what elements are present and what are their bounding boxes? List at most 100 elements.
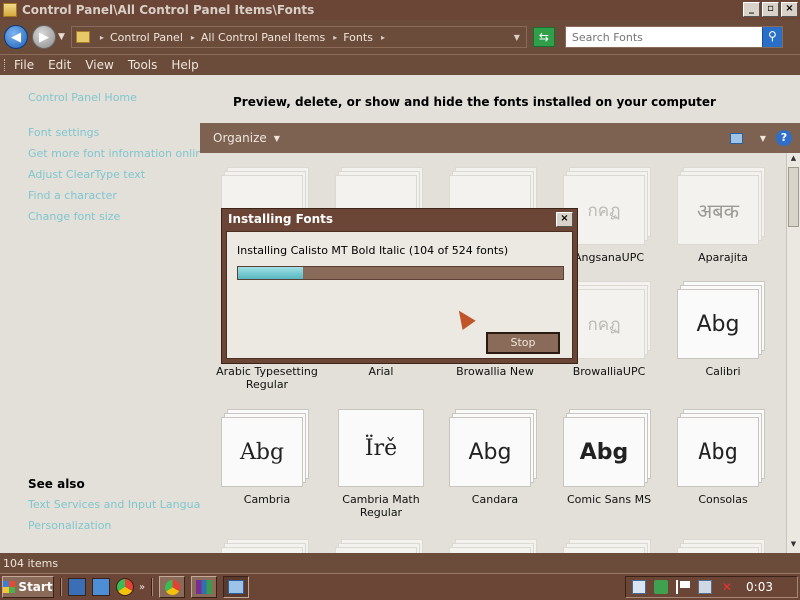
breadcrumb-arrow-icon[interactable]: ▸ [100, 33, 104, 42]
font-document-icon [563, 539, 655, 553]
search-input[interactable] [565, 30, 762, 44]
font-tile-cambria[interactable]: Abg Cambria [210, 409, 324, 506]
font-tile-candara[interactable]: Abg Candara [438, 409, 552, 506]
text-services-link[interactable]: Text Services and Input Language [28, 498, 214, 511]
taskbar-control-panel-button[interactable] [223, 576, 250, 598]
scroll-thumb[interactable] [788, 167, 799, 227]
control-panel-icon [228, 580, 245, 594]
font-size-link[interactable]: Change font size [28, 210, 120, 223]
view-dropdown-icon[interactable]: ▼ [760, 134, 766, 143]
clock[interactable]: 0:03 [746, 580, 773, 594]
font-document-icon: Abg [563, 409, 655, 489]
explorer-icon[interactable] [92, 578, 110, 596]
font-name: Aparajita [698, 251, 748, 264]
font-name: Candara [471, 493, 519, 506]
font-info-link[interactable]: Get more font information online [28, 147, 209, 160]
font-name: Arial [368, 365, 394, 378]
install-progress-bar [237, 266, 564, 280]
start-button[interactable]: Start [2, 576, 54, 598]
chrome-icon [164, 579, 180, 595]
font-name: Consolas [698, 493, 748, 506]
font-tile[interactable] [438, 539, 552, 553]
menu-view[interactable]: View [85, 58, 113, 72]
font-document-icon: अबक [677, 167, 769, 247]
item-count: 104 items [3, 556, 59, 570]
font-document-icon: Abg [449, 409, 541, 489]
organize-dropdown-icon[interactable]: ▼ [274, 134, 280, 143]
font-document-icon: Abg [677, 409, 769, 489]
taskbar-winrar-button[interactable] [191, 576, 218, 598]
breadcrumb-all-items[interactable]: All Control Panel Items [201, 31, 325, 44]
font-tile-aparajita[interactable]: अबक Aparajita [666, 167, 780, 264]
stop-button[interactable]: Stop [486, 332, 560, 354]
recent-pages-dropdown[interactable]: ▼ [58, 32, 65, 42]
font-tile[interactable] [552, 539, 666, 553]
title-bar: Control Panel\All Control Panel Items\Fo… [0, 0, 800, 20]
font-tile-comic-sans[interactable]: Abg Comic Sans MS [552, 409, 666, 506]
menu-file[interactable]: File [14, 58, 34, 72]
document-icon[interactable] [632, 580, 647, 594]
dialog-title: Installing Fonts [228, 212, 334, 226]
breadcrumb-arrow-icon[interactable]: ▸ [333, 33, 337, 42]
taskbar-chrome-button[interactable] [159, 576, 186, 598]
chrome-icon[interactable] [116, 578, 134, 596]
status-bar: 104 items [0, 553, 800, 573]
quicklaunch-chevron-icon[interactable]: » [139, 582, 145, 593]
breadcrumb-arrow-icon[interactable]: ▸ [191, 33, 195, 42]
minimize-button[interactable]: _ [743, 2, 760, 17]
help-icon[interactable]: ? [776, 130, 792, 146]
forward-button[interactable]: ▶ [32, 25, 56, 49]
font-name: Browallia New [456, 365, 534, 378]
windows-logo-icon [3, 581, 16, 593]
font-tile[interactable] [210, 539, 324, 553]
font-tile[interactable] [324, 539, 438, 553]
show-desktop-icon[interactable] [68, 578, 86, 596]
task-pane: Control Panel Home Font settings Get mor… [0, 75, 214, 553]
cleartype-link[interactable]: Adjust ClearType text [28, 168, 145, 181]
action-center-flag-icon[interactable] [676, 580, 691, 594]
font-tile-cambria-math[interactable]: Ïrě Cambria Math Regular [324, 409, 438, 519]
view-controls: ▼ ? [729, 130, 792, 146]
font-name: BrowalliaUPC [572, 365, 646, 378]
menu-tools[interactable]: Tools [128, 58, 158, 72]
font-document-icon [221, 539, 313, 553]
font-settings-link[interactable]: Font settings [28, 126, 99, 139]
search-icon[interactable]: ⚲ [761, 27, 782, 47]
find-character-link[interactable]: Find a character [28, 189, 117, 202]
taskbar-separator [60, 578, 62, 596]
organize-button[interactable]: Organize [213, 131, 267, 145]
start-label: Start [18, 580, 53, 594]
menu-edit[interactable]: Edit [48, 58, 71, 72]
menu-help[interactable]: Help [171, 58, 198, 72]
maximize-button[interactable]: ▫ [762, 2, 779, 17]
refresh-button[interactable]: ⇆ [532, 27, 555, 47]
breadcrumb-control-panel[interactable]: Control Panel [110, 31, 183, 44]
scroll-up-icon[interactable]: ▲ [788, 154, 799, 166]
personalization-link[interactable]: Personalization [28, 519, 111, 532]
font-tile[interactable] [666, 539, 780, 553]
arrow-right-icon: ▶ [39, 29, 49, 45]
close-button[interactable]: × [781, 2, 798, 17]
font-document-icon [449, 539, 541, 553]
back-button[interactable]: ◀ [4, 25, 28, 49]
control-panel-home-link[interactable]: Control Panel Home [28, 91, 137, 104]
font-document-icon: Abg [221, 409, 313, 489]
breadcrumb[interactable]: ▸ Control Panel ▸ All Control Panel Item… [70, 26, 527, 48]
address-dropdown-icon[interactable]: ▼ [514, 33, 520, 42]
font-document-icon: Abg [677, 281, 769, 361]
dialog-close-button[interactable]: × [556, 212, 573, 227]
menu-grip [4, 58, 6, 71]
folder-icon [3, 3, 17, 17]
breadcrumb-arrow-icon[interactable]: ▸ [381, 33, 385, 42]
security-check-icon[interactable] [654, 580, 669, 594]
vertical-scrollbar[interactable]: ▲ ▼ [786, 153, 800, 553]
network-icon[interactable] [698, 580, 713, 594]
scroll-down-icon[interactable]: ▼ [788, 540, 799, 552]
breadcrumb-fonts[interactable]: Fonts [343, 31, 373, 44]
font-tile-consolas[interactable]: Abg Consolas [666, 409, 780, 506]
search-box[interactable]: ⚲ [564, 26, 783, 48]
font-tile-calibri[interactable]: Abg Calibri [666, 281, 780, 378]
volume-muted-icon[interactable]: ✕ [720, 580, 734, 594]
see-also-heading: See also [28, 477, 85, 491]
view-icon[interactable] [729, 132, 743, 144]
